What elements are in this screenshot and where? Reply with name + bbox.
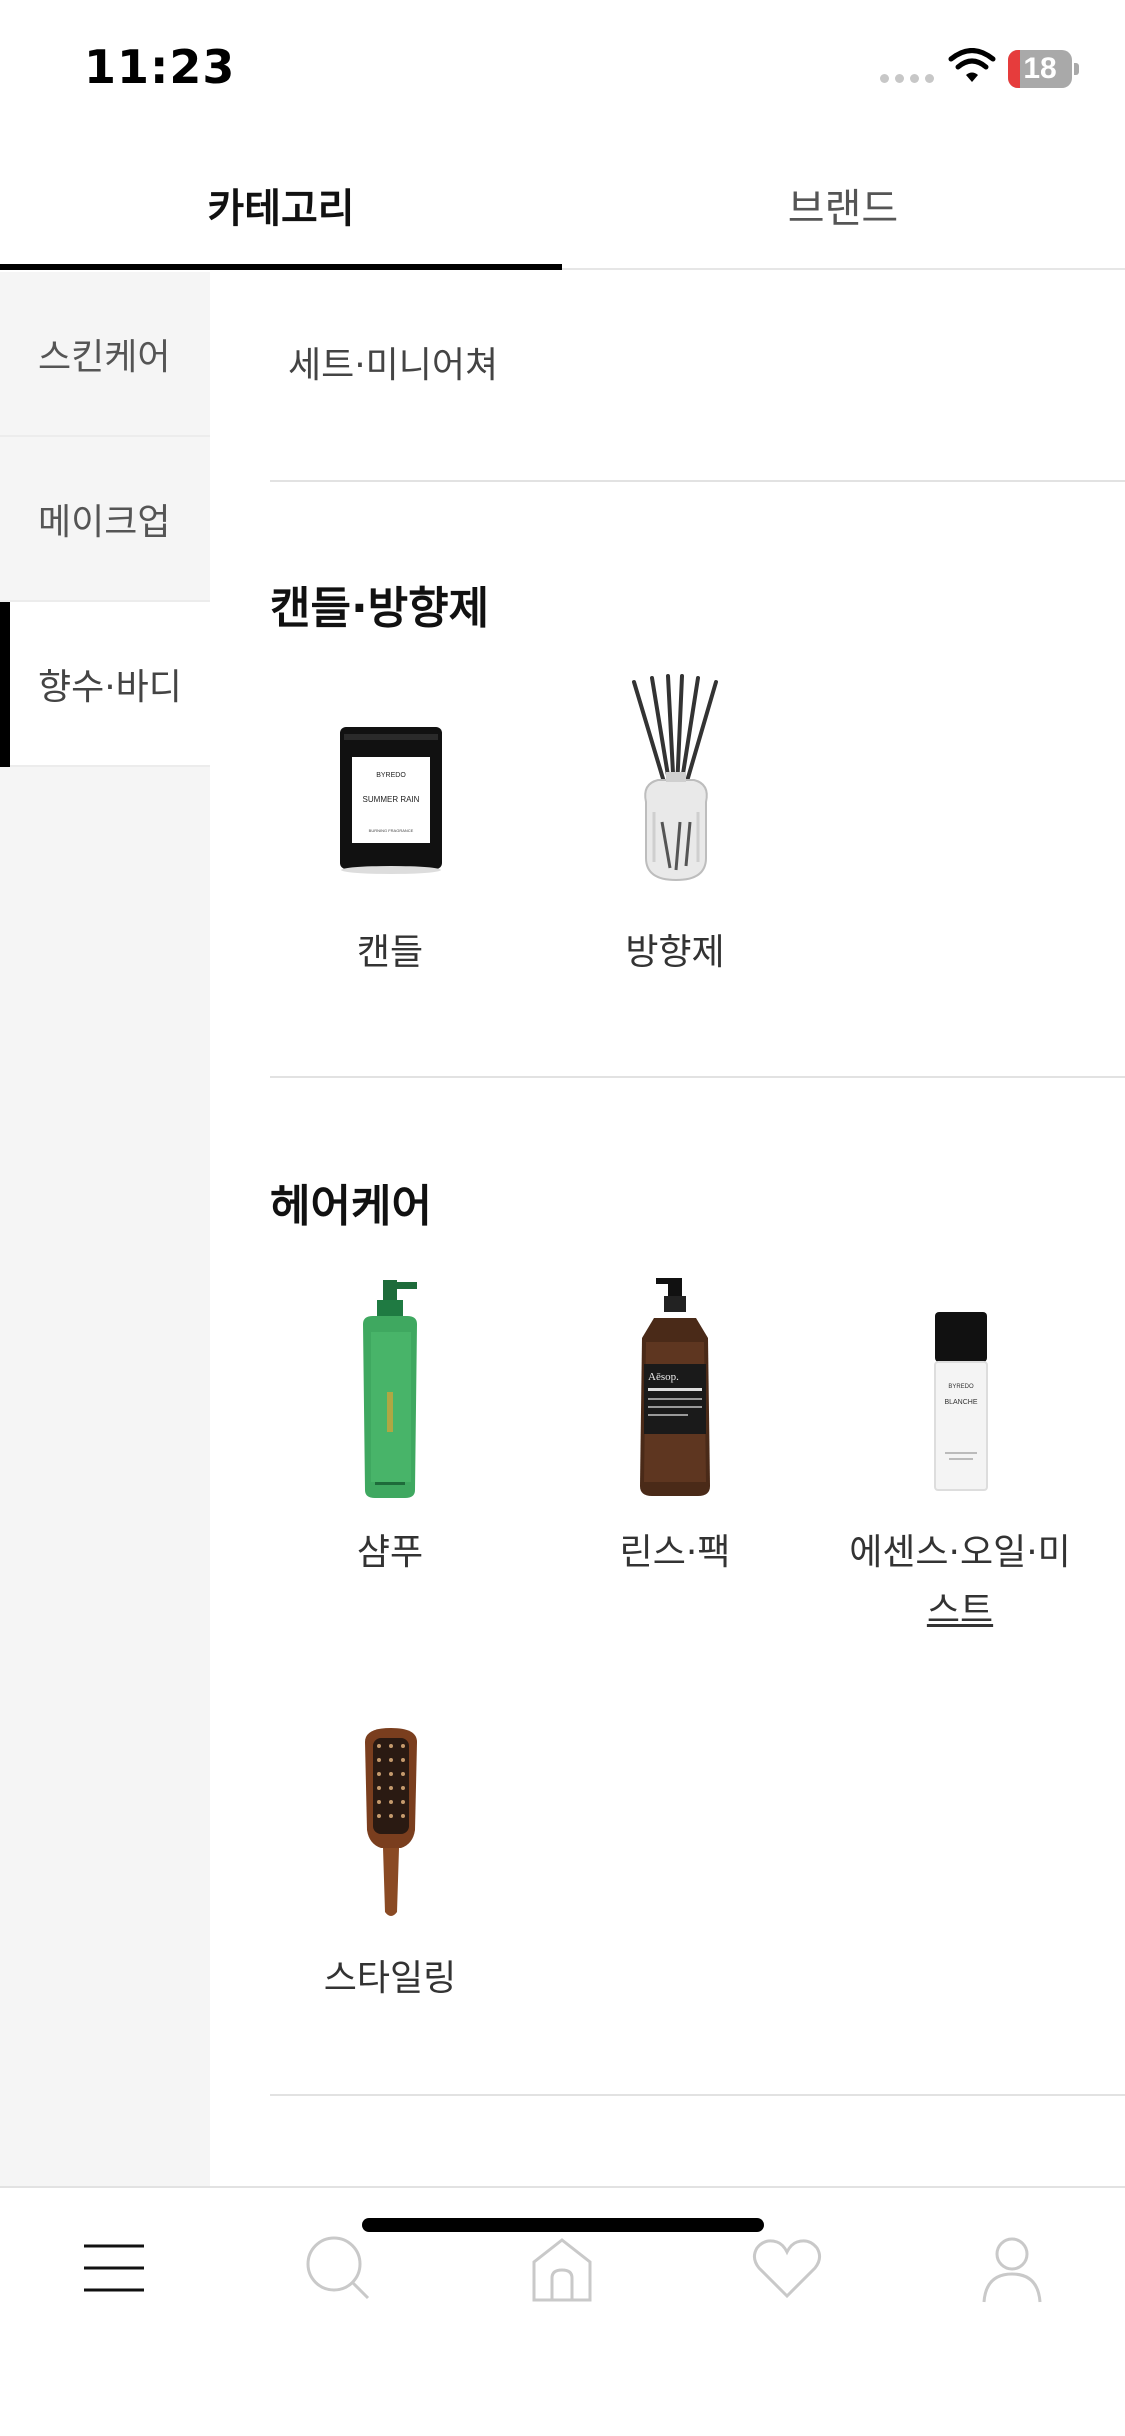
category-item-essence-oil-mist[interactable]: BYREDO BLANCHE 에센스·오일·미 스트 (825, 1272, 1095, 1640)
amber-bottle-image: Aēsop. (540, 1272, 810, 1512)
category-content: 세트·미니어쳐 캔들·방향제 BYREDO SUMMER RAIN BURNIN… (210, 272, 1125, 2186)
tab-brand-label: 브랜드 (787, 186, 899, 232)
top-tabs: 카테고리 브랜드 (0, 140, 1125, 270)
spray-bottle-brand-text: BYREDO (948, 1384, 974, 1390)
category-item-diffuser[interactable]: 방향제 (540, 672, 810, 982)
nav-home-button[interactable] (522, 2228, 602, 2308)
section-divider (270, 1076, 1125, 1078)
green-bottle-image (255, 1272, 525, 1512)
status-bar: 11:23 18 (0, 0, 1125, 135)
category-item-label: 린스·팩 (619, 1532, 731, 1573)
nav-wishlist-button[interactable] (747, 2228, 827, 2308)
menu-icon (84, 2244, 144, 2292)
sidebar-item-label: 스킨케어 (38, 336, 171, 378)
heart-icon (752, 2239, 822, 2299)
home-indicator (362, 2218, 764, 2232)
cellular-signal-icon (880, 74, 934, 83)
active-tab-indicator (0, 264, 562, 270)
category-item-rinse-pack[interactable]: Aēsop. 린스·팩 (540, 1272, 810, 1582)
battery-level: 18 (1023, 52, 1057, 85)
sidebar-item-makeup[interactable]: 메이크업 (0, 437, 210, 602)
sidebar-active-indicator (0, 602, 10, 767)
section-divider (270, 480, 1125, 482)
category-item-label: 샴푸 (356, 1532, 424, 1573)
rinse-bottle-brand-text: Aēsop. (648, 1371, 679, 1383)
candle-type-text: BURNING FRAGRANCE (369, 828, 414, 833)
section-title-haircare: 헤어케어 (270, 1181, 432, 1232)
spray-bottle-image: BYREDO BLANCHE (825, 1272, 1095, 1512)
candle-name-text: SUMMER RAIN (363, 795, 420, 804)
spray-bottle-name-text: BLANCHE (944, 1399, 977, 1406)
tab-category-label: 카테고리 (207, 186, 355, 232)
profile-icon (982, 2237, 1042, 2303)
category-item-styling[interactable]: 스타일링 (255, 1698, 525, 2008)
home-icon (532, 2238, 592, 2302)
reed-diffuser-image (540, 672, 810, 912)
tab-brand[interactable]: 브랜드 (562, 140, 1124, 270)
category-item-shampoo[interactable]: 샴푸 (255, 1272, 525, 1582)
sidebar-item-label: 향수·바디 (38, 666, 182, 708)
sidebar-item-label: 메이크업 (38, 501, 171, 543)
sidebar-item-fragrance-body[interactable]: 향수·바디 (0, 602, 210, 767)
section-title-candles-diffusers: 캔들·방향제 (270, 583, 490, 634)
category-item-label: 에센스·오일·미 스트 (845, 1524, 1075, 1640)
nav-menu-button[interactable] (74, 2228, 154, 2308)
category-item-label: 스타일링 (323, 1958, 457, 1999)
category-item-label: 캔들 (356, 932, 424, 973)
nav-search-button[interactable] (298, 2228, 378, 2308)
category-sidebar: 스킨케어 메이크업 향수·바디 (0, 272, 210, 2186)
category-item-candle[interactable]: BYREDO SUMMER RAIN BURNING FRAGRANCE 캔들 (255, 672, 525, 982)
battery-icon: 18 (1008, 50, 1079, 88)
paddle-brush-image (255, 1698, 525, 1938)
section-divider (270, 2094, 1125, 2096)
candle-image: BYREDO SUMMER RAIN BURNING FRAGRANCE (255, 672, 525, 912)
wifi-icon (948, 48, 996, 82)
label-line-1: 에센스·오일·미 (849, 1532, 1071, 1573)
label-line-2: 스트 (926, 1590, 994, 1631)
candle-brand-text: BYREDO (376, 772, 406, 779)
sidebar-item-skincare[interactable]: 스킨케어 (0, 272, 210, 437)
status-time: 11:23 (84, 40, 236, 94)
nav-profile-button[interactable] (972, 2228, 1052, 2308)
set-miniature-link[interactable]: 세트·미니어쳐 (288, 336, 498, 388)
search-icon (306, 2236, 370, 2300)
tab-category[interactable]: 카테고리 (0, 140, 562, 270)
category-item-label: 방향제 (625, 932, 725, 973)
